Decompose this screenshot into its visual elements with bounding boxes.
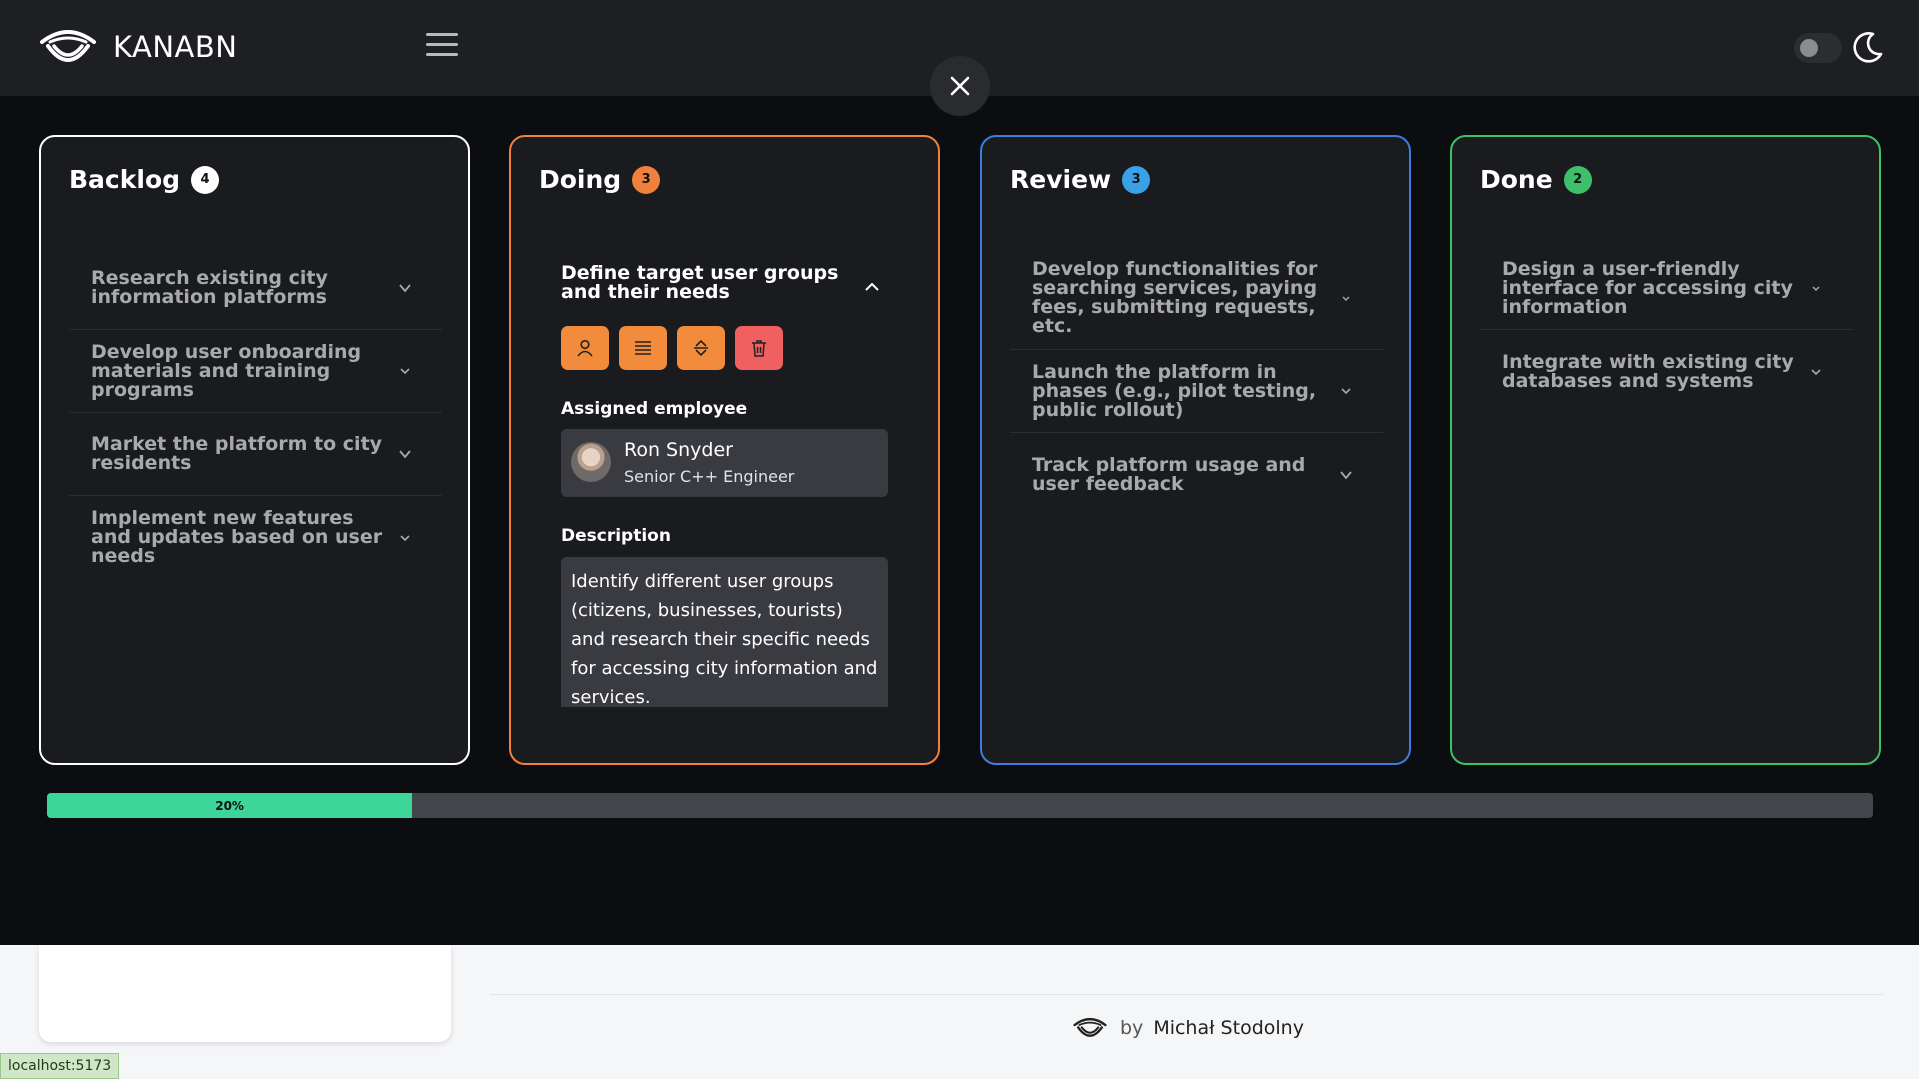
task-card[interactable]: Launch the platform in phases (e.g., pil… [1010,350,1383,433]
task-card[interactable]: Market the platform to city residents [69,413,442,496]
chevron-down-icon[interactable] [398,364,412,378]
edit-description-button[interactable] [619,326,667,370]
count-badge: 3 [1122,165,1151,194]
logo-icon [40,30,96,62]
column-title: Review [1010,165,1112,194]
task-title: Develop functionalities for searching se… [1032,258,1318,337]
employee-name: Ron Snyder [624,439,733,461]
moon-icon[interactable] [1851,30,1885,64]
footer-by: by [1120,1017,1144,1039]
delete-task-button[interactable] [735,326,783,370]
task-card[interactable]: Integrate with existing city databases a… [1480,330,1853,413]
footer-card [39,945,451,1042]
task-card[interactable]: Track platform usage and user feedback [1010,433,1383,516]
user-icon [577,339,593,357]
chevron-down-icon[interactable] [398,531,412,545]
task-title: Research existing city information platf… [91,267,328,308]
assign-user-button[interactable] [561,326,609,370]
task-title: Develop user onboarding materials and tr… [91,340,362,401]
description-label: Description [561,526,671,546]
task-actions [561,326,783,370]
chevron-down-icon[interactable] [1339,468,1353,482]
avatar [571,442,611,482]
menu-icon[interactable] [426,33,458,59]
sort-icon [694,339,708,357]
footer-credit: by Michał Stodolny [1072,1012,1304,1044]
app-name: KANABN [113,30,238,64]
task-card[interactable]: Develop functionalities for searching se… [1010,247,1383,350]
task-card[interactable]: Implement new features and updates based… [69,496,442,579]
list-icon [635,341,651,355]
progress-bar: 20% [47,793,1873,818]
chevron-down-icon[interactable] [1339,384,1353,398]
task-card[interactable]: Research existing city information platf… [69,247,442,330]
task-title: Design a user-friendly interface for acc… [1502,257,1793,318]
chevron-down-icon[interactable] [1339,291,1353,305]
task-title: Integrate with existing city databases a… [1502,350,1794,392]
close-button[interactable] [930,56,990,116]
status-bar-url: localhost:5173 [0,1053,120,1079]
column-doing: Doing 3 Define target user groups and th… [509,135,940,765]
description-text[interactable]: Identify different user groups (citizens… [561,557,888,707]
task-title: Track platform usage and user feedback [1032,453,1306,495]
task-card[interactable]: Design a user-friendly interface for acc… [1480,247,1853,330]
column-title: Doing [539,165,622,194]
app-shell: KANABN Backlog 4 Research existing city … [0,0,1919,945]
close-icon [950,76,970,96]
task-card[interactable]: Develop user onboarding materials and tr… [69,330,442,413]
move-task-button[interactable] [677,326,725,370]
expanded-task-title: Define target user groups and their need… [561,262,839,303]
assigned-employee-label: Assigned employee [561,399,748,419]
employee-role: Senior C++ Engineer [624,467,795,486]
footer-divider [490,994,1883,995]
task-title: Launch the platform in phases (e.g., pil… [1032,360,1317,421]
column-review: Review 3 Develop functionalities for sea… [980,135,1411,765]
trash-icon [752,340,766,357]
count-badge: 2 [1563,165,1592,194]
logo-icon [1073,1017,1107,1037]
chevron-up-icon[interactable] [864,279,880,295]
count-badge: 3 [632,165,661,194]
column-title: Backlog [69,165,181,194]
chevron-down-icon[interactable] [398,281,412,295]
task-title: Implement new features and updates based… [91,507,383,567]
chevron-down-icon[interactable] [1809,365,1823,379]
task-title: Market the platform to city residents [91,433,383,474]
footer-author-link[interactable]: Michał Stodolny [1153,1017,1304,1039]
chevron-down-icon[interactable] [398,447,412,461]
chevron-down-icon[interactable] [1809,281,1823,295]
column-backlog: Backlog 4 Research existing city informa… [39,135,470,765]
count-badge: 4 [191,165,220,194]
column-done: Done 2 Design a user-friendly interface … [1450,135,1881,765]
column-title: Done [1480,165,1553,194]
progress-fill: 20% [47,793,413,818]
theme-toggle[interactable] [1794,33,1842,63]
employee-card[interactable]: Ron Snyder Senior C++ Engineer [561,429,888,497]
